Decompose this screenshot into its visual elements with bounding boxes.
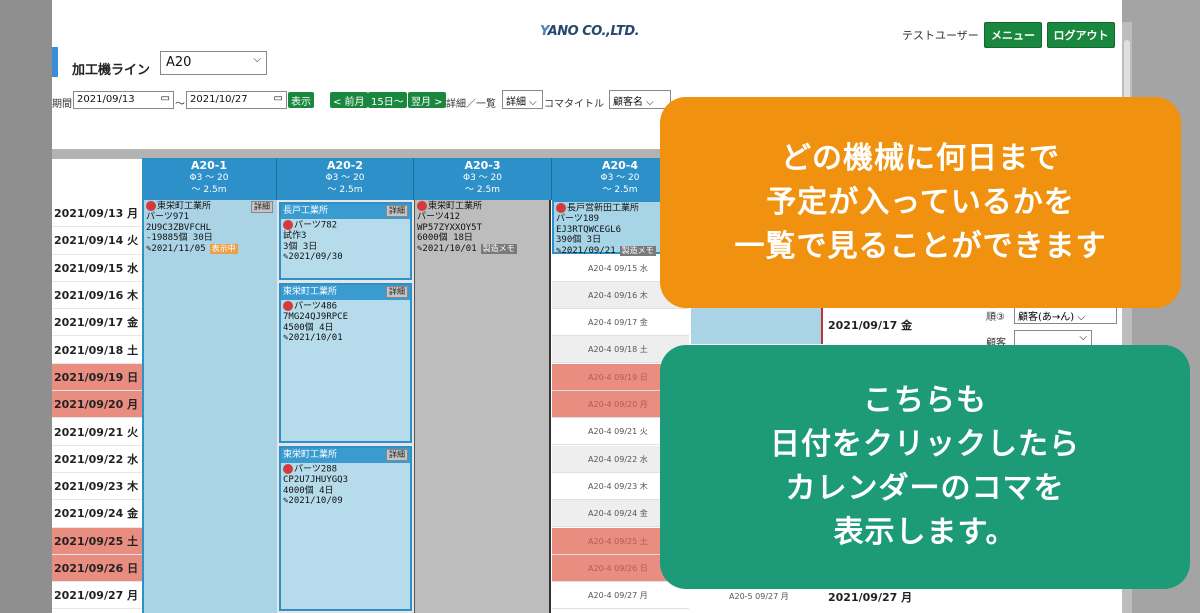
date-row[interactable]: 2021/09/23 木 [52,472,142,501]
calendar-icon: ▭ [160,93,170,104]
title-select[interactable]: 顧客名 ⌵ [609,90,671,109]
alert-icon [417,201,427,211]
alert-icon [283,464,293,474]
order-select[interactable]: 顧客(あ→ん) ⌵ [1014,306,1117,324]
machine-header: A20-3 Φ3 ～ 20 ～ 2.5m [414,158,552,200]
slot-label[interactable]: A20-5 09/27 月 [729,591,789,602]
date-row[interactable]: 2021/09/16 木 [52,281,142,310]
machine-header: A20-2 Φ3 ～ 20 ～ 2.5m [277,158,414,200]
date-column: 2021/09/13 月 2021/09/14 火 2021/09/15 水 2… [52,200,142,610]
line-label: 加工機ライン [72,63,151,78]
panel-date[interactable]: 2021/09/17 金 [828,317,912,333]
machine-column-a20-3: 東栄町工業所 パーツ412 WP57ZYXXOY5T 6000個 18日 ✎20… [414,200,551,613]
job-card[interactable]: 東栄町工業所 詳細 パーツ971 2U9C3ZBVFCHL -19885個 30日… [144,200,275,255]
mode-select[interactable]: 詳細 ⌵ [502,90,543,109]
detail-button[interactable]: 詳細 [386,286,408,298]
alert-icon [283,301,293,311]
machine-column-a20-1: 東栄町工業所 詳細 パーツ971 2U9C3ZBVFCHL -19885個 30日… [142,200,277,613]
chevron-down-icon: ⌵ [253,54,261,65]
title-label: コマタイトル [544,99,604,110]
date-row[interactable]: 2021/09/27 月 [52,582,142,610]
company-logo: YANO CO.,LTD. [540,24,640,39]
status-tag: 表示中 [209,243,238,254]
logout-button[interactable]: ログアウト [1047,22,1115,48]
date-row[interactable]: 2021/09/14 火 [52,227,142,255]
order-label: 順③ [986,312,1005,323]
date-row[interactable]: 2021/09/25 土 [52,527,142,555]
period-label: 期間 [52,99,72,110]
range-tilde: ～ [175,99,185,110]
alert-icon [283,220,293,230]
fifteen-days-button[interactable]: 15日～ [368,92,407,108]
job-card[interactable]: 東栄町工業所 詳細 パーツ288 CP2U7JHUYGQ3 4000個 4日 ✎2… [279,446,412,611]
caption-box-green: こちらも 日付をクリックしたら カレンダーのコマを 表示します。 [660,345,1190,589]
date-row[interactable]: 2021/09/15 水 [52,254,142,282]
date-row[interactable]: 2021/09/17 金 [52,309,142,337]
job-card[interactable]: 長戸工業所 詳細 パーツ782 試作3 3個 3日 ✎2021/09/30 [279,202,412,280]
menu-button[interactable]: メニュー [984,22,1042,48]
date-row[interactable]: 2021/09/19 日 [52,363,142,392]
end-date-input[interactable]: 2021/10/27 ▭ [186,91,287,109]
next-month-button[interactable]: 翌月 > [408,92,446,108]
user-name: テストユーザー [902,29,979,42]
alert-icon [146,201,156,211]
empty-slot[interactable]: A20-4 09/27 月 [552,582,689,610]
mode-label: 詳細／一覧 [446,99,496,110]
job-card[interactable]: 東栄町工業所 パーツ412 WP57ZYXXOY5T 6000個 18日 ✎20… [415,200,549,255]
date-row[interactable]: 2021/09/18 土 [52,336,142,364]
date-row[interactable]: 2021/09/26 日 [52,554,142,583]
machine-column-a20-2: 長戸工業所 詳細 パーツ782 試作3 3個 3日 ✎2021/09/30 東栄町… [277,200,414,613]
detail-button[interactable]: 詳細 [386,449,408,461]
show-button[interactable]: 表示 [288,92,314,108]
detail-button[interactable]: 詳細 [386,205,408,217]
prev-month-button[interactable]: < 前月 [330,92,368,108]
detail-button[interactable]: 詳細 [251,201,273,213]
date-row[interactable]: 2021/09/20 月 [52,391,142,419]
date-row[interactable]: 2021/09/13 月 [52,200,142,228]
caption-box-orange: どの機械に何日まで 予定が入っているかを 一覧で見ることができます [660,97,1181,308]
machine-header: A20-1 Φ3 ～ 20 ～ 2.5m [142,158,277,200]
date-row[interactable]: 2021/09/21 火 [52,418,142,446]
calendar-icon: ▭ [273,93,283,104]
line-select[interactable]: A20 ⌵ [160,51,267,75]
alert-icon [556,203,566,213]
date-row[interactable]: 2021/09/22 水 [52,445,142,473]
date-row[interactable]: 2021/09/24 金 [52,500,142,528]
panel-date[interactable]: 2021/09/27 月 [828,589,912,605]
title-accent [52,47,58,77]
memo-tag[interactable]: 製造メモ [480,243,517,254]
start-date-input[interactable]: 2021/09/13 ▭ [73,91,174,109]
job-card[interactable]: 東栄町工業所 詳細 パーツ486 7MG24QJ9RPCE 4500個 4日 ✎2… [279,283,412,443]
empty-slot[interactable]: A20-4 09/17 金 [552,309,689,337]
chevron-down-icon: ⌵ [1079,332,1087,343]
